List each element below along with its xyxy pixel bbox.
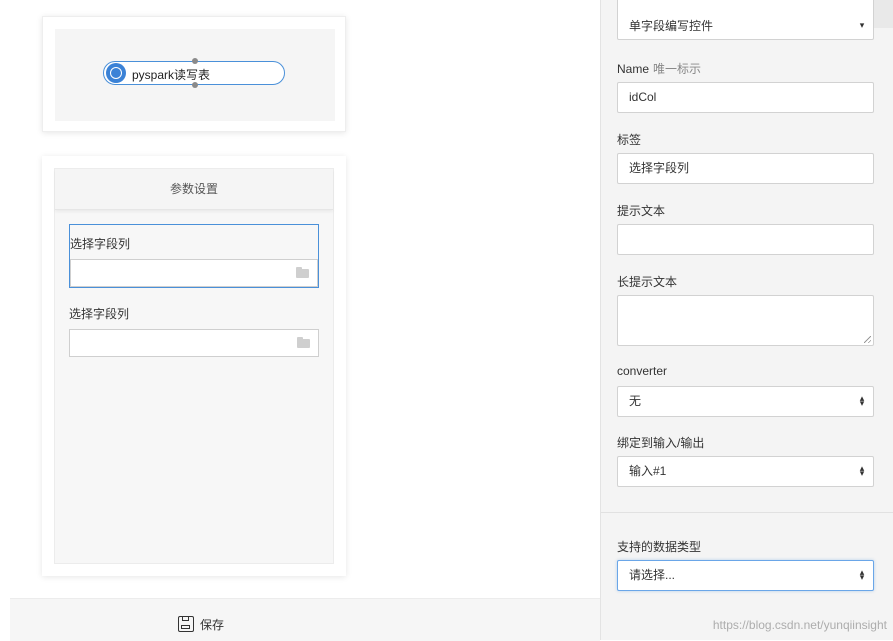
field-selector-input[interactable]	[69, 329, 319, 357]
param-field-2[interactable]: 选择字段列	[69, 295, 319, 357]
hint-input[interactable]	[617, 224, 874, 255]
control-type-select[interactable]: 单字段编写控件 ▾	[617, 0, 874, 40]
long-hint-textarea[interactable]	[617, 295, 874, 346]
control-type-value: 单字段编写控件	[629, 17, 713, 34]
canvas-card: pyspark读写表	[42, 16, 346, 132]
datatype-select[interactable]: 请选择... ▴▾	[617, 560, 874, 591]
name-input[interactable]: idCol	[617, 82, 874, 113]
hint-label: 提示文本	[617, 202, 665, 219]
bottom-toolbar: 保存	[10, 598, 600, 641]
param-field-label: 选择字段列	[70, 225, 318, 257]
node-input-port[interactable]	[192, 58, 198, 64]
datatype-value: 请选择...	[629, 568, 675, 582]
folder-icon[interactable]	[296, 269, 309, 278]
save-button-label: 保存	[200, 616, 224, 633]
field-selector-input[interactable]	[70, 259, 318, 287]
workflow-node[interactable]: pyspark读写表	[103, 61, 285, 85]
select-arrows-icon: ▴▾	[859, 396, 865, 407]
node-label: pyspark读写表	[132, 66, 210, 83]
param-settings-body: 参数设置 选择字段列 选择字段列	[54, 168, 334, 564]
bind-label: 绑定到输入/输出	[617, 434, 704, 451]
long-hint-label: 长提示文本	[617, 273, 677, 290]
bind-io-select[interactable]: 输入#1 ▴▾	[617, 456, 874, 487]
param-settings-card: 参数设置 选择字段列 选择字段列	[42, 156, 346, 576]
dropdown-arrow-icon: ▾	[859, 23, 865, 34]
save-button[interactable]: 保存	[170, 613, 224, 635]
panel-divider	[601, 512, 893, 513]
workflow-canvas[interactable]: pyspark读写表	[55, 29, 335, 121]
tag-label: 标签	[617, 131, 641, 148]
datatype-label: 支持的数据类型	[617, 538, 701, 555]
select-arrows-icon: ▴▾	[859, 466, 865, 477]
bind-io-value: 输入#1	[629, 464, 666, 478]
converter-select[interactable]: 无 ▴▾	[617, 386, 874, 417]
name-label: Name 唯一标示	[617, 60, 701, 77]
converter-label: converter	[617, 364, 667, 378]
resize-grip-icon[interactable]	[864, 336, 871, 343]
name-label-text: Name	[617, 62, 649, 76]
name-sublabel: 唯一标示	[653, 62, 701, 76]
node-status-icon	[106, 63, 126, 83]
save-icon	[178, 616, 194, 632]
watermark: https://blog.csdn.net/yunqiinsight	[713, 618, 887, 632]
param-field-label: 选择字段列	[69, 295, 319, 327]
node-output-port[interactable]	[192, 82, 198, 88]
param-settings-title: 参数设置	[55, 169, 333, 210]
param-field-1[interactable]: 选择字段列	[69, 224, 319, 288]
tag-input[interactable]: 选择字段列	[617, 153, 874, 184]
converter-value: 无	[629, 394, 641, 408]
folder-icon[interactable]	[297, 339, 310, 348]
select-arrows-icon: ▴▾	[859, 570, 865, 581]
properties-panel: 单字段编写控件 ▾ Name 唯一标示 idCol 标签 选择字段列 提示文本 长…	[600, 0, 893, 640]
